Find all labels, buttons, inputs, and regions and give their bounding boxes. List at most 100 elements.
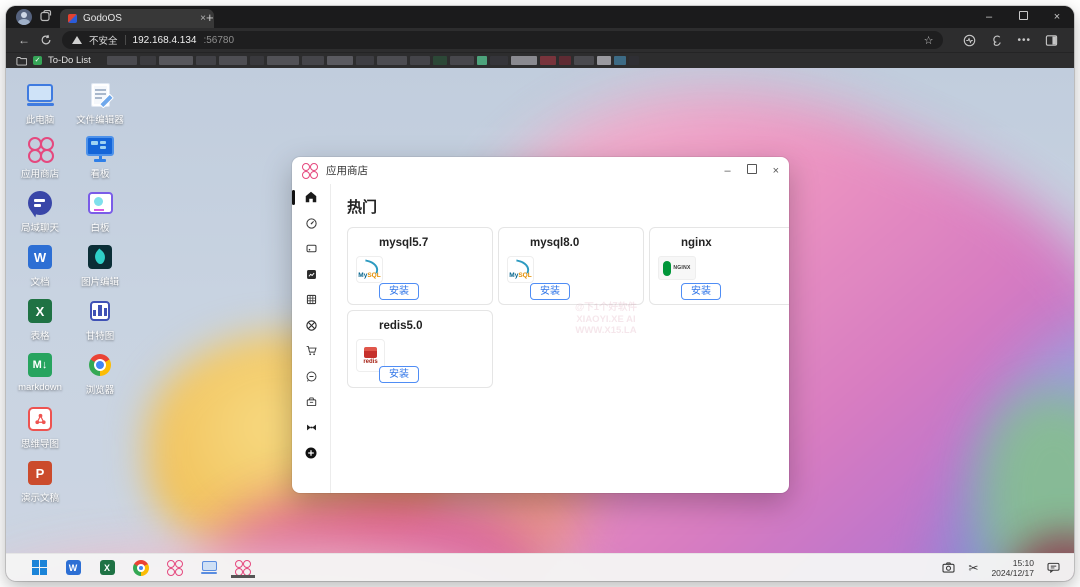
clock-date: 2024/12/17 xyxy=(991,568,1034,578)
app-store-titlebar[interactable]: 应用商店 – × xyxy=(292,157,789,184)
browser-tab-godoos[interactable]: GodoOS × xyxy=(60,9,214,28)
install-button[interactable]: 安装 xyxy=(530,283,570,300)
taskbar-app-store-active-icon[interactable] xyxy=(234,558,252,578)
taskbar-word-icon[interactable]: W xyxy=(64,558,82,578)
install-button[interactable]: 安装 xyxy=(379,366,419,383)
desktop-icon-browser[interactable]: 浏览器 xyxy=(70,350,130,404)
back-icon[interactable]: ← xyxy=(18,34,30,46)
tab-title: GodoOS xyxy=(83,13,194,24)
taskbar-browser-icon[interactable] xyxy=(132,558,150,578)
sidebar-apps-icon[interactable] xyxy=(292,242,330,255)
kanban-monitor-icon xyxy=(86,134,114,164)
sidebar-stats-icon[interactable] xyxy=(292,268,330,281)
reload-icon[interactable] xyxy=(40,34,52,46)
desktop-icon-mindmap[interactable]: 思维导图 xyxy=(10,404,70,458)
new-tab-button[interactable]: + xyxy=(206,10,214,25)
copilot-icon[interactable] xyxy=(990,34,1003,47)
taskbar-excel-icon[interactable]: X xyxy=(98,558,116,578)
clock-time: 15:10 xyxy=(991,558,1034,568)
app-card-grid: mysql5.7 MySQL 安装 mysql8.0 MySQL 安装 ngin… xyxy=(347,227,789,388)
desktop-icon-excel[interactable]: X 表格 xyxy=(10,296,70,350)
taskbar-clock[interactable]: 15:10 2024/12/17 xyxy=(991,558,1034,578)
desktop-icon-gantt[interactable]: 甘特图 xyxy=(70,296,130,350)
install-button[interactable]: 安装 xyxy=(681,283,721,300)
browser-essentials-icon[interactable] xyxy=(963,34,976,47)
address-bar[interactable]: 不安全 192.168.4.134 :56780 ☆ xyxy=(62,31,943,49)
section-title: 热门 xyxy=(347,196,789,217)
app-card-redis[interactable]: redis5.0 redis 安装 xyxy=(347,310,493,388)
nginx-logo-icon: NGINX xyxy=(658,256,696,280)
screenshot-camera-icon[interactable] xyxy=(942,562,955,573)
app-card-mysql57[interactable]: mysql5.7 MySQL 安装 xyxy=(347,227,493,305)
notification-bubble-icon[interactable] xyxy=(1047,562,1060,573)
sidebar-storage-icon[interactable] xyxy=(292,395,330,408)
restore-icon[interactable] xyxy=(1006,11,1040,23)
sidebar-media-icon[interactable] xyxy=(292,421,330,434)
sidebar-dashboard-icon[interactable] xyxy=(292,217,330,230)
taskbar: W X ✂ 15:10 2024/12/17 xyxy=(6,553,1074,581)
start-button[interactable] xyxy=(30,558,48,578)
app-store-rings-icon xyxy=(28,134,52,164)
settings-more-icon[interactable]: ••• xyxy=(1017,35,1031,46)
tab-favicon-icon xyxy=(68,14,77,23)
favorite-star-icon[interactable]: ☆ xyxy=(924,34,934,47)
taskbar-this-pc-icon[interactable] xyxy=(200,558,218,578)
desktop-icon-word[interactable]: W 文档 xyxy=(10,242,70,296)
bookmark-favicon-icon: ✓ xyxy=(33,56,42,65)
workspaces-icon[interactable] xyxy=(40,10,52,22)
app-store-content: 热门 mysql5.7 MySQL 安装 mysql8.0 MySQL 安装 xyxy=(331,184,789,493)
sidebar-chat-icon[interactable] xyxy=(292,370,330,383)
scissors-icon[interactable]: ✂ xyxy=(968,562,978,574)
folder-icon[interactable] xyxy=(16,56,27,66)
app-store-window: 应用商店 – × xyxy=(292,157,789,493)
taskbar-app-store-icon[interactable] xyxy=(166,558,184,578)
bookmark-todo-list[interactable]: To-Do List xyxy=(48,55,91,66)
security-label[interactable]: 不安全 xyxy=(89,33,118,47)
install-button[interactable]: 安装 xyxy=(379,283,419,300)
app-maximize-icon[interactable] xyxy=(747,164,757,177)
sidebar-explore-icon[interactable] xyxy=(292,319,330,332)
system-tray: ✂ 15:10 2024/12/17 xyxy=(942,558,1060,578)
profile-avatar[interactable] xyxy=(16,9,32,25)
browser-tab-strip: GodoOS × + – × xyxy=(6,6,1074,28)
mindmap-icon xyxy=(28,404,52,434)
app-card-nginx[interactable]: nginx NGINX 安装 xyxy=(649,227,789,305)
sidebar-home-icon[interactable] xyxy=(292,190,330,204)
desktop-icon-file-editor[interactable]: 文件编辑器 xyxy=(70,80,130,134)
close-icon[interactable]: × xyxy=(1040,11,1074,23)
desktop-icon-image-editor[interactable]: 图片编辑 xyxy=(70,242,130,296)
markdown-icon: M↓ xyxy=(28,350,52,380)
desktop-icon-lan-chat[interactable]: 局域聊天 xyxy=(10,188,70,242)
desktop-icon-kanban[interactable]: 看板 xyxy=(70,134,130,188)
desktop-icon-whiteboard[interactable]: 白板 xyxy=(70,188,130,242)
browser-window: GodoOS × + – × ← 不安全 192.168.4.134 :5678… xyxy=(6,6,1074,581)
desktop-icon-markdown[interactable]: M↓ markdown xyxy=(10,350,70,404)
bar-chart-icon xyxy=(90,296,110,326)
document-pencil-icon xyxy=(91,80,110,110)
url-host: 192.168.4.134 xyxy=(133,35,197,46)
sidebar-panel-icon[interactable] xyxy=(1045,34,1058,47)
chat-bubble-icon xyxy=(28,188,52,218)
sidebar-market-cart-icon[interactable] xyxy=(292,344,330,357)
desktop-icon-this-pc[interactable]: 此电脑 xyxy=(10,80,70,134)
feather-icon xyxy=(88,242,112,272)
app-close-icon[interactable]: × xyxy=(773,165,779,177)
url-port: :56780 xyxy=(203,35,234,46)
mysql-logo-icon: MySQL xyxy=(356,256,383,283)
mysql-logo-icon: MySQL xyxy=(507,256,534,283)
browser-toolbar: ← 不安全 192.168.4.134 :56780 ☆ ••• xyxy=(6,28,1074,52)
app-minimize-icon[interactable]: – xyxy=(724,165,730,177)
word-icon: W xyxy=(28,242,52,272)
sidebar-add-icon[interactable] xyxy=(292,446,330,460)
desktop-icon-app-store[interactable]: 应用商店 xyxy=(10,134,70,188)
redacted-bookmarks[interactable] xyxy=(107,56,639,65)
app-card-mysql80[interactable]: mysql8.0 MySQL 安装 xyxy=(498,227,644,305)
not-secure-warning-icon xyxy=(72,36,82,44)
excel-icon: X xyxy=(28,296,52,326)
godoos-desktop: 此电脑 文件编辑器 应用商店 看板 局域聊天 白板 xyxy=(6,68,1074,581)
minimize-icon[interactable]: – xyxy=(972,11,1006,23)
bookmarks-bar: ✓ To-Do List xyxy=(6,52,1074,68)
sidebar-system-icon[interactable] xyxy=(292,293,330,306)
screen: GodoOS × + – × ← 不安全 192.168.4.134 :5678… xyxy=(0,0,1080,587)
desktop-icon-presentation[interactable]: P 演示文稿 xyxy=(10,458,70,512)
